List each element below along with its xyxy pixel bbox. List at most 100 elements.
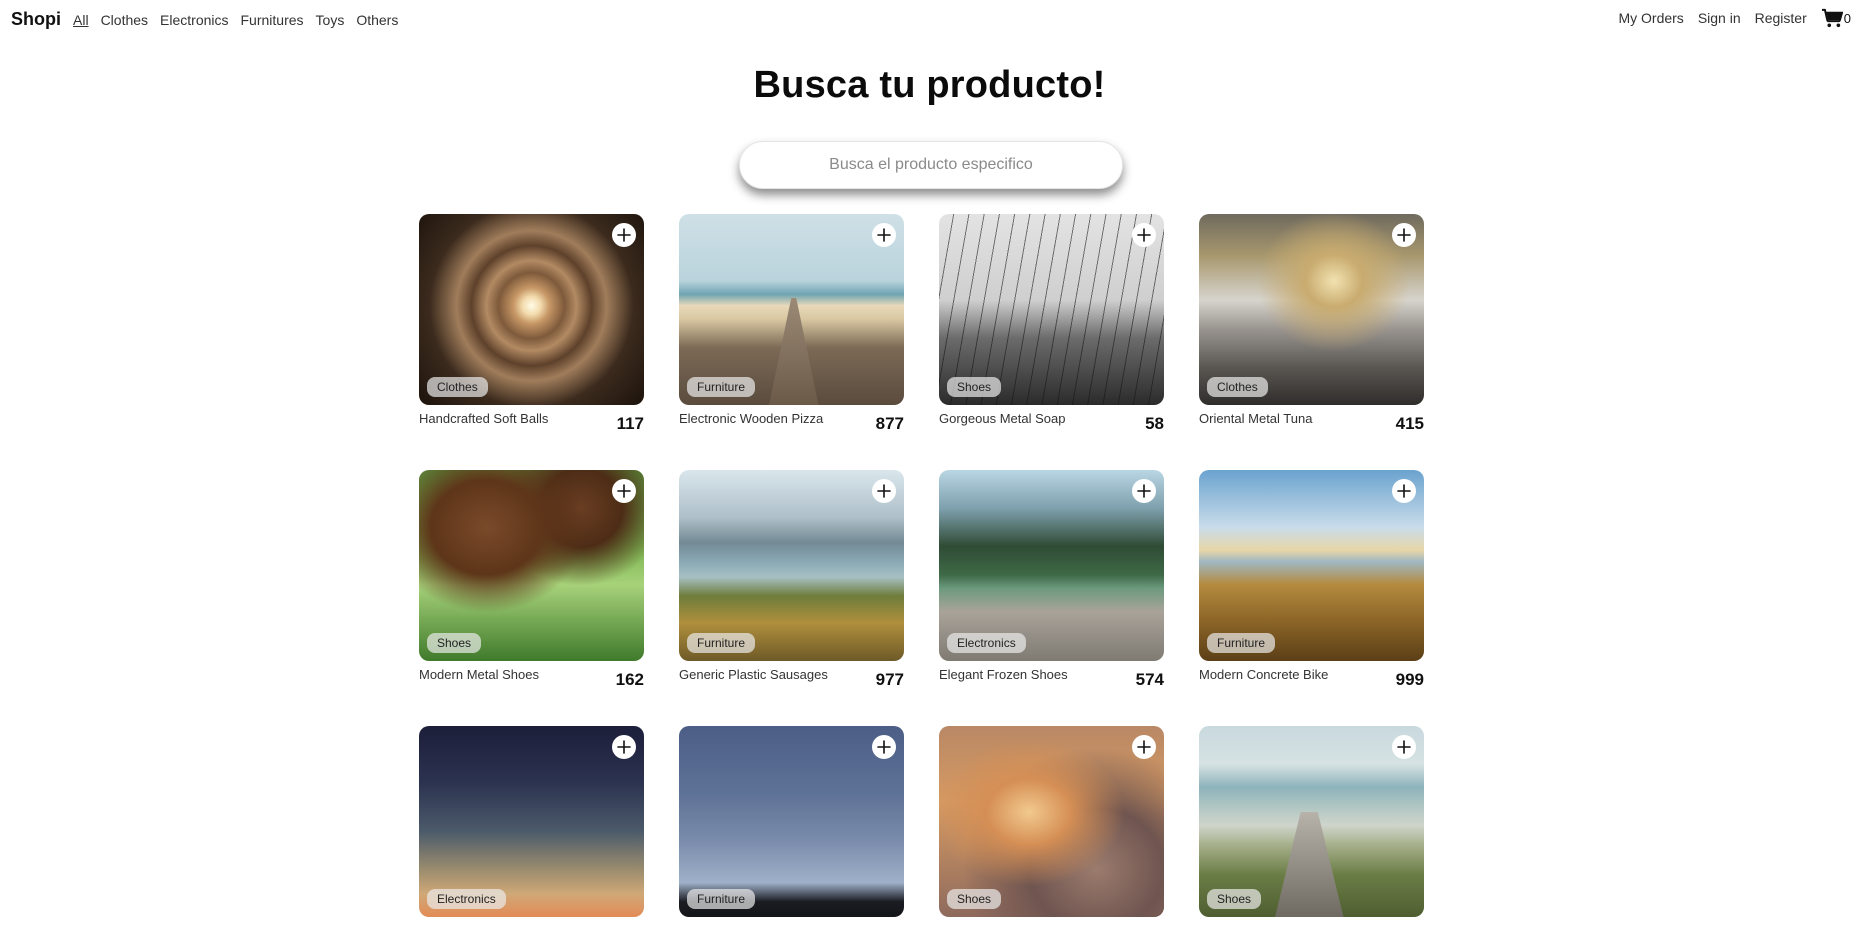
add-to-cart-button[interactable] [1392,479,1416,503]
product-name: Electronic Wooden Pizza [679,411,824,426]
sign-in-link[interactable]: Sign in [1698,10,1741,26]
product-figure[interactable]: Shoes [939,726,1164,917]
plus-icon [617,228,631,242]
nav-category-all[interactable]: All [73,12,89,28]
product-info: Modern Concrete Bike 999 [1199,661,1424,690]
plus-icon [1137,740,1151,754]
product-figure[interactable]: Shoes [939,214,1164,405]
product-figure[interactable]: Shoes [419,470,644,661]
cart-button[interactable]: 0 [1821,8,1851,28]
add-to-cart-button[interactable] [1132,223,1156,247]
product-name: Handcrafted Soft Balls [419,411,549,426]
product-price: 999 [1395,670,1424,689]
plus-icon [877,484,891,498]
product-price: 977 [875,670,904,689]
product-name: Modern Metal Shoes [419,667,539,682]
product-price: 117 [616,414,644,433]
category-badge: Shoes [947,377,1002,397]
product-info: Electronic Wooden Pizza 877 [679,405,904,434]
register-link[interactable]: Register [1755,10,1807,26]
add-to-cart-button[interactable] [1392,223,1416,247]
product-figure[interactable]: Electronics [419,726,644,917]
page-title: Busca tu producto! [753,64,1106,106]
plus-icon [877,740,891,754]
category-badge: Furniture [687,377,756,397]
search-input[interactable] [739,141,1123,189]
plus-icon [877,228,891,242]
product-card[interactable]: Clothes Handcrafted Soft Balls 117 [419,214,644,434]
add-to-cart-button[interactable] [872,735,896,759]
nav-category-clothes[interactable]: Clothes [101,12,148,28]
add-to-cart-button[interactable] [612,223,636,247]
product-name: Gorgeous Metal Soap [939,411,1066,426]
add-to-cart-button[interactable] [872,479,896,503]
plus-icon [617,484,631,498]
product-name: Oriental Metal Tuna [1199,411,1313,426]
category-badge: Shoes [427,633,482,653]
product-figure[interactable]: Furniture [679,726,904,917]
product-card[interactable]: Furniture Modern Concrete Bike 999 [1199,470,1424,690]
product-info: Handcrafted Soft Balls 117 [419,405,644,434]
product-price: 58 [1145,414,1164,433]
product-figure[interactable]: Furniture [679,214,904,405]
product-card[interactable]: Shoes Gorgeous Metal Soap 58 [939,214,1164,434]
product-info: Modern Metal Shoes 162 [419,661,644,690]
category-badge: Electronics [947,633,1026,653]
add-to-cart-button[interactable] [1132,479,1156,503]
product-grid: Clothes Handcrafted Soft Balls 117 Furni… [419,214,1424,932]
category-badge: Shoes [1207,889,1262,909]
product-card[interactable]: Furniture Electronic Wooden Pizza 877 [679,214,904,434]
product-figure[interactable]: Clothes [419,214,644,405]
category-badge: Furniture [1207,633,1276,653]
add-to-cart-button[interactable] [612,735,636,759]
plus-icon [1137,228,1151,242]
nav-category-toys[interactable]: Toys [316,12,345,28]
product-info [679,917,904,932]
product-card[interactable]: Furniture Generic Plastic Sausages 977 [679,470,904,690]
add-to-cart-button[interactable] [1392,735,1416,759]
product-price: 415 [1395,414,1424,433]
category-badge: Furniture [687,889,756,909]
product-card[interactable]: Shoes Modern Metal Shoes 162 [419,470,644,690]
add-to-cart-button[interactable] [872,223,896,247]
brand-logo[interactable]: Shopi [11,9,61,30]
product-card[interactable]: Shoes [1199,726,1424,932]
plus-icon [1397,740,1411,754]
product-figure[interactable]: Electronics [939,470,1164,661]
product-name: Elegant Frozen Shoes [939,667,1068,682]
nav-category-others[interactable]: Others [356,12,398,28]
product-price: 162 [615,670,644,689]
product-info [939,917,1164,932]
nav-category-furnitures[interactable]: Furnitures [241,12,304,28]
product-info [1199,917,1424,932]
product-figure[interactable]: Shoes [1199,726,1424,917]
product-info: Elegant Frozen Shoes 574 [939,661,1164,690]
nav-right: My Orders Sign in Register 0 [1618,8,1851,28]
category-badge: Shoes [947,889,1002,909]
product-name: Modern Concrete Bike [1199,667,1329,682]
plus-icon [617,740,631,754]
product-figure[interactable]: Furniture [1199,470,1424,661]
product-figure[interactable]: Furniture [679,470,904,661]
product-card[interactable]: Electronics [419,726,644,932]
search-wrapper [739,141,1123,189]
my-orders-link[interactable]: My Orders [1618,10,1683,26]
plus-icon [1397,228,1411,242]
product-info: Gorgeous Metal Soap 58 [939,405,1164,434]
add-to-cart-button[interactable] [612,479,636,503]
navbar: Shopi All Clothes Electronics Furnitures… [0,0,1859,40]
product-card[interactable]: Electronics Elegant Frozen Shoes 574 [939,470,1164,690]
add-to-cart-button[interactable] [1132,735,1156,759]
category-badge: Furniture [687,633,756,653]
shopping-cart-icon [1821,8,1843,28]
product-price: 877 [875,414,904,433]
product-card[interactable]: Clothes Oriental Metal Tuna 415 [1199,214,1424,434]
product-price: 574 [1135,670,1164,689]
product-info: Generic Plastic Sausages 977 [679,661,904,690]
product-name: Generic Plastic Sausages [679,667,828,682]
product-card[interactable]: Shoes [939,726,1164,932]
nav-category-electronics[interactable]: Electronics [160,12,228,28]
product-figure[interactable]: Clothes [1199,214,1424,405]
cart-count: 0 [1843,10,1851,26]
product-card[interactable]: Furniture [679,726,904,932]
